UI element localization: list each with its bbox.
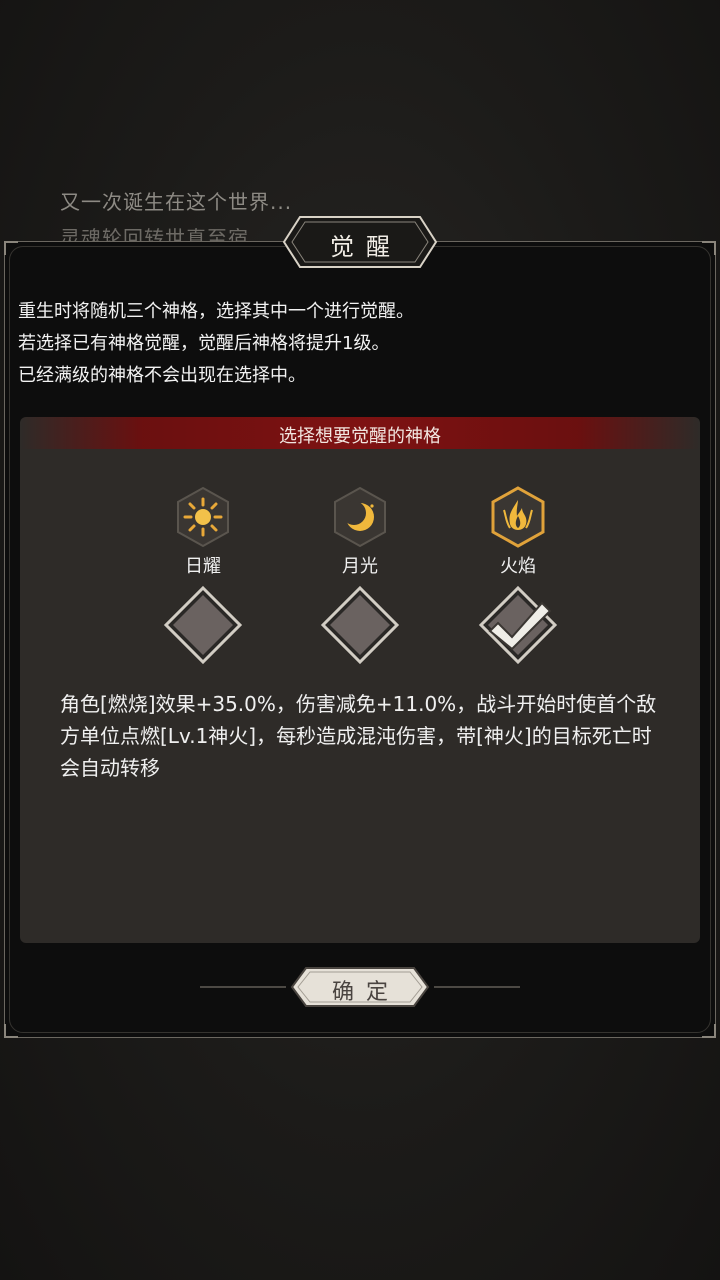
background-story-line-1: 又一次诞生在这个世界... xyxy=(60,190,293,214)
select-slot-sun[interactable] xyxy=(163,585,243,665)
confirm-button[interactable]: 确定 xyxy=(292,968,428,1006)
corner-ornament xyxy=(702,241,716,255)
deity-label: 日耀 xyxy=(185,556,221,577)
corner-ornament xyxy=(702,1024,716,1038)
checkmark-icon xyxy=(478,585,558,665)
select-slot-flame[interactable] xyxy=(478,585,558,665)
deity-option-moon[interactable]: 月光 xyxy=(300,486,420,578)
confirm-button-label: 确定 xyxy=(331,980,400,1005)
deity-effect-description: 角色[燃烧]效果+35.0%，伤害减免+11.0%，战斗开始时使首个敌方单位点燃… xyxy=(60,692,657,780)
confirm-button-frame: 确定 xyxy=(200,966,520,1008)
sun-icon xyxy=(175,486,231,548)
description-line: 已经满级的神格不会出现在选择中。 xyxy=(18,365,306,386)
deity-label: 火焰 xyxy=(500,556,536,577)
deity-option-flame[interactable]: 火焰 xyxy=(458,486,578,578)
corner-ornament xyxy=(4,1024,18,1038)
deity-label: 月光 xyxy=(342,556,378,577)
corner-ornament xyxy=(4,241,18,255)
flame-icon xyxy=(490,486,546,548)
panel-header: 选择想要觉醒的神格 xyxy=(20,417,700,449)
dialog-title: 觉醒 xyxy=(330,233,402,261)
deity-option-sun[interactable]: 日耀 xyxy=(143,486,263,578)
panel-header-title: 选择想要觉醒的神格 xyxy=(279,426,441,447)
moon-icon xyxy=(332,486,388,548)
select-slot-moon[interactable] xyxy=(320,585,400,665)
dialog-title-banner: 觉醒 xyxy=(282,215,438,269)
description-line: 若选择已有神格觉醒，觉醒后神格将提升1级。 xyxy=(18,333,390,354)
dialog-description: 重生时将随机三个神格，选择其中一个进行觉醒。 若选择已有神格觉醒，觉醒后神格将提… xyxy=(18,296,414,392)
description-line: 重生时将随机三个神格，选择其中一个进行觉醒。 xyxy=(18,301,414,322)
